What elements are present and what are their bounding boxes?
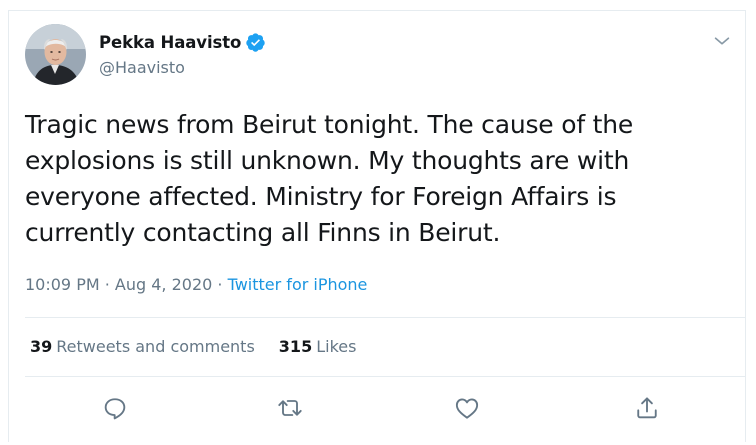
retweet-icon[interactable] xyxy=(276,394,304,422)
tweet-time[interactable]: 10:09 PM xyxy=(25,275,100,294)
retweets-stat[interactable]: 39 Retweets and comments xyxy=(30,337,255,356)
divider xyxy=(25,376,745,377)
action-bar xyxy=(9,394,745,426)
avatar[interactable] xyxy=(25,24,86,85)
tweet-meta: 10:09 PM · Aug 4, 2020 · Twitter for iPh… xyxy=(25,275,367,294)
retweets-count: 39 xyxy=(30,337,53,356)
retweets-label: Retweets and comments xyxy=(56,337,255,356)
likes-count: 315 xyxy=(278,337,313,356)
author-handle[interactable]: @Haavisto xyxy=(99,58,185,77)
tweet-text: Tragic news from Beirut tonight. The cau… xyxy=(25,110,634,247)
chevron-down-icon[interactable] xyxy=(711,30,733,52)
likes-stat[interactable]: 315 Likes xyxy=(279,337,357,356)
tweet-source-link[interactable]: Twitter for iPhone xyxy=(228,275,368,294)
likes-label: Likes xyxy=(316,337,357,356)
tweet-card: Pekka Haavisto @Haavisto Tragic news fro… xyxy=(8,10,746,442)
author-row: Pekka Haavisto xyxy=(99,32,266,53)
tweet-date[interactable]: Aug 4, 2020 xyxy=(115,275,212,294)
meta-separator: · xyxy=(99,275,115,294)
author-name[interactable]: Pekka Haavisto xyxy=(99,33,241,52)
divider xyxy=(25,317,745,318)
reply-icon[interactable] xyxy=(101,394,129,422)
tweet-stats: 39 Retweets and comments 315 Likes xyxy=(30,337,356,356)
verified-badge-icon xyxy=(245,32,266,53)
avatar-photo xyxy=(25,24,86,85)
meta-separator: · xyxy=(212,275,228,294)
heart-icon[interactable] xyxy=(453,394,481,422)
share-icon[interactable] xyxy=(633,394,661,422)
